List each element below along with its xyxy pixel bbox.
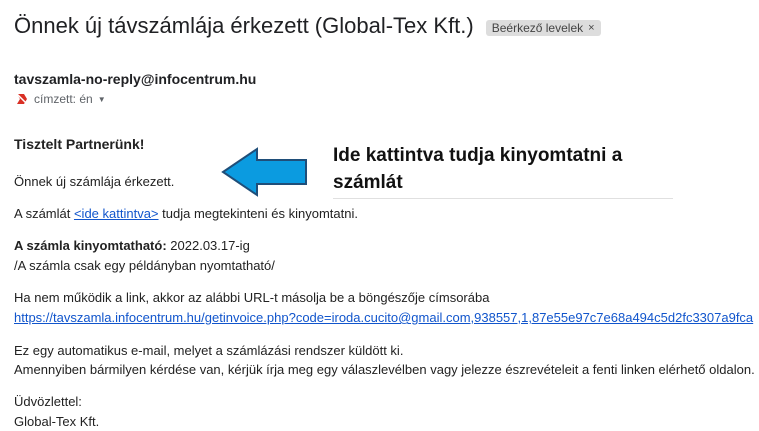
body-line-new-invoice: Önnek új számlája érkezett. bbox=[14, 174, 175, 189]
greeting: Tisztelt Partnerünk! bbox=[14, 136, 145, 152]
remove-label-icon[interactable]: × bbox=[588, 22, 594, 34]
questions-notice: Amennyiben bármilyen kérdése van, kérjük… bbox=[14, 362, 755, 377]
invoice-fallback-url[interactable]: https://tavszamla.infocentrum.hu/getinvo… bbox=[14, 310, 753, 325]
recipient-text: címzett: én bbox=[34, 92, 93, 106]
recipient-row[interactable]: címzett: én ▼ bbox=[16, 92, 106, 106]
subject-row: Önnek új távszámlája érkezett (Global-Te… bbox=[14, 13, 601, 39]
inbox-label-chip[interactable]: Beérkező levelek × bbox=[485, 19, 601, 36]
print-deadline-label: A számla kinyomtatható: bbox=[14, 238, 167, 253]
sender-address: tavszamla-no-reply@infocentrum.hu bbox=[14, 71, 257, 87]
fallback-url-line: https://tavszamla.infocentrum.hu/getinvo… bbox=[14, 310, 753, 325]
annotation-line-2: számlát bbox=[333, 172, 403, 193]
print-deadline-date: 2022.03.17-ig bbox=[166, 238, 250, 253]
signature: Global-Tex Kft. bbox=[14, 414, 100, 429]
important-marker-icon[interactable] bbox=[16, 93, 28, 105]
view-prefix: A számlát bbox=[14, 206, 74, 221]
inbox-label-text: Beérkező levelek bbox=[491, 20, 584, 35]
recipient-details-caret-icon[interactable]: ▼ bbox=[98, 95, 106, 104]
print-note: /A számla csak egy példányban nyomtathat… bbox=[14, 258, 275, 273]
annotation-line-1: Ide kattintva tudja kinyomtatni a bbox=[333, 145, 623, 166]
body-line-view-link: A számlát <ide kattintva> tudja megtekin… bbox=[14, 206, 358, 221]
email-subject: Önnek új távszámlája érkezett (Global-Te… bbox=[14, 13, 474, 38]
auto-email-notice: Ez egy automatikus e-mail, melyet a szám… bbox=[14, 343, 404, 358]
left-arrow-icon bbox=[221, 147, 307, 197]
closing: Üdvözlettel: bbox=[14, 394, 82, 409]
invoice-view-link[interactable]: <ide kattintva> bbox=[74, 206, 159, 221]
view-suffix: tudja megtekinteni és kinyomtatni. bbox=[158, 206, 358, 221]
print-deadline-line: A számla kinyomtatható: 2022.03.17-ig bbox=[14, 238, 250, 253]
fallback-instructions: Ha nem működik a link, akkor az alábbi U… bbox=[14, 290, 490, 305]
print-instruction-annotation: Ide kattintva tudja kinyomtatni a számlá… bbox=[333, 142, 673, 199]
